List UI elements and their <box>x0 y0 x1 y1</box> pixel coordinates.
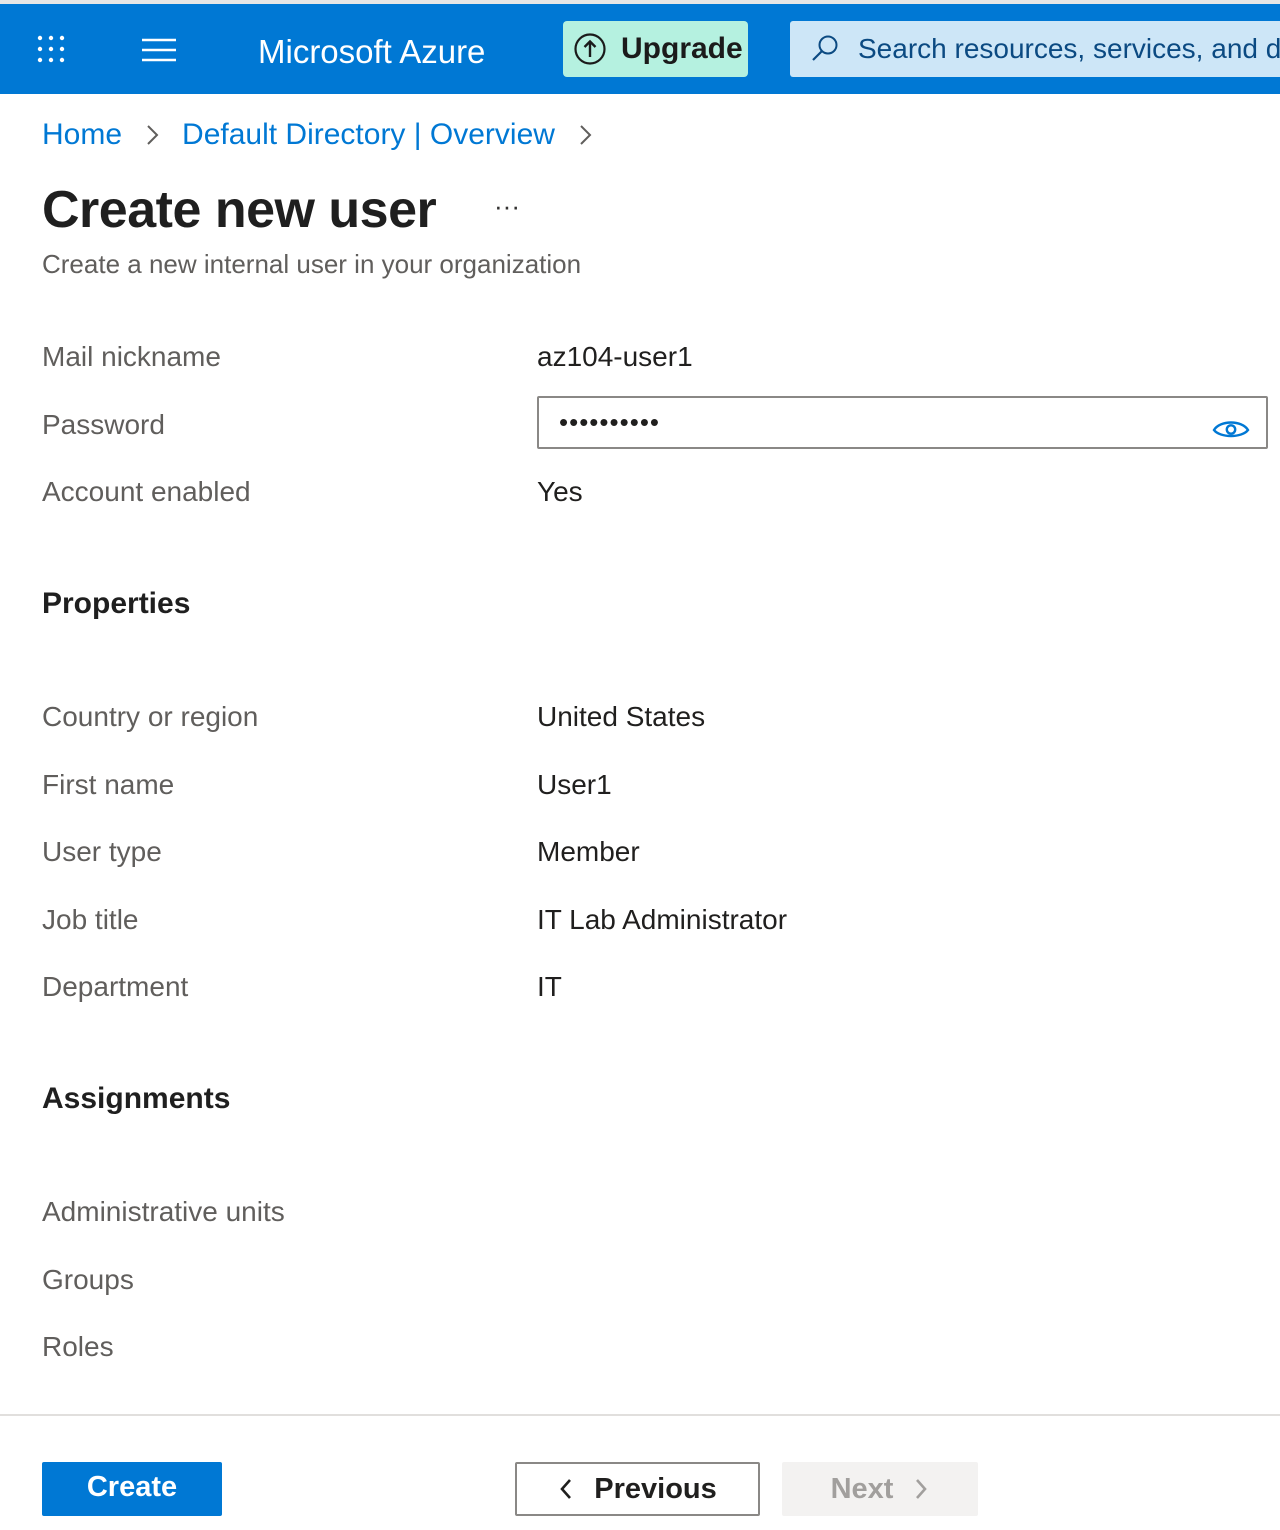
account-enabled-value: Yes <box>537 476 583 507</box>
next-button[interactable]: Next <box>782 1462 978 1516</box>
country-value: United States <box>537 701 706 732</box>
brand-title[interactable]: Microsoft Azure <box>258 30 485 74</box>
page-title: Create new user <box>42 181 437 239</box>
chevron-left-icon <box>560 1479 572 1499</box>
previous-label: Previous <box>594 1473 717 1505</box>
user-type-label: User type <box>42 836 162 867</box>
account-enabled-label: Account enabled <box>42 476 251 507</box>
breadcrumb-home[interactable]: Home <box>42 114 122 156</box>
country-label: Country or region <box>42 701 259 732</box>
next-label: Next <box>830 1473 894 1505</box>
footer-divider <box>0 1414 1280 1416</box>
page-subtitle: Create a new internal user in your organ… <box>42 249 582 279</box>
administrative-units-label: Administrative units <box>42 1196 285 1227</box>
waffle-icon[interactable] <box>36 34 66 64</box>
properties-heading: Properties <box>42 587 191 620</box>
arrow-up-circle-icon <box>574 33 606 65</box>
breadcrumb: Home Default Directory | Overview <box>42 114 615 156</box>
job-title-label: Job title <box>42 904 139 935</box>
assignments-heading: Assignments <box>42 1082 231 1115</box>
groups-label: Groups <box>42 1264 134 1295</box>
upgrade-button[interactable]: Upgrade <box>563 21 748 77</box>
more-options-button[interactable]: ··· <box>490 193 524 224</box>
mail-nickname-label: Mail nickname <box>42 341 221 372</box>
chevron-right-icon <box>580 125 592 145</box>
job-title-value: IT Lab Administrator <box>537 904 788 935</box>
password-field[interactable]: •••••••••• <box>537 396 1268 449</box>
create-button[interactable]: Create <box>42 1462 222 1516</box>
search-icon <box>812 35 838 61</box>
upgrade-label: Upgrade <box>621 32 743 65</box>
password-label: Password <box>42 409 165 440</box>
password-value: •••••••••• <box>559 407 661 437</box>
first-name-value: User1 <box>537 769 612 800</box>
department-value: IT <box>537 971 562 1002</box>
search-input[interactable]: Search resources, services, and do <box>790 21 1280 77</box>
first-name-label: First name <box>42 769 175 800</box>
previous-button[interactable]: Previous <box>515 1462 760 1516</box>
chevron-right-icon <box>916 1479 928 1499</box>
chevron-right-icon <box>147 125 159 145</box>
eye-icon[interactable] <box>1212 416 1250 442</box>
roles-label: Roles <box>42 1331 114 1362</box>
breadcrumb-default-directory[interactable]: Default Directory | Overview <box>182 114 555 156</box>
top-bar: Microsoft Azure Upgrade Search resources… <box>0 0 1280 94</box>
mail-nickname-value: az104-user1 <box>537 341 693 372</box>
search-placeholder: Search resources, services, and do <box>858 33 1280 64</box>
user-type-value: Member <box>537 836 640 867</box>
department-label: Department <box>42 971 189 1002</box>
hamburger-icon[interactable] <box>142 38 176 62</box>
